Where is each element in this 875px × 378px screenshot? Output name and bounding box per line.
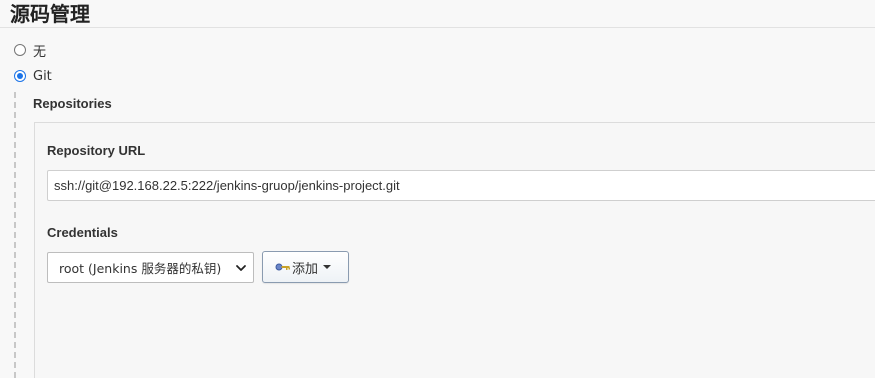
radio-none-label: 无	[33, 44, 47, 60]
key-icon	[275, 263, 290, 271]
scm-config-page: 源码管理 无 Git Repositories Repository URL C…	[0, 0, 875, 378]
repositories-heading: Repositories	[33, 96, 112, 111]
repository-url-label: Repository URL	[47, 143, 146, 158]
scm-option-git[interactable]: Git	[14, 67, 52, 85]
title-divider	[0, 27, 875, 28]
scm-option-none[interactable]: 无	[14, 41, 47, 60]
nesting-guide	[14, 92, 16, 378]
chevron-down-icon	[236, 264, 246, 271]
add-button-label: 添加	[292, 261, 319, 277]
repository-url-input[interactable]	[47, 170, 875, 201]
section-title: 源码管理	[10, 2, 90, 26]
radio-git-label: Git	[33, 68, 52, 84]
add-credentials-button[interactable]: 添加	[262, 251, 349, 283]
credentials-selected-value: root (Jenkins 服务器的私钥)	[59, 261, 222, 276]
radio-none[interactable]	[14, 44, 26, 56]
repository-panel	[34, 122, 875, 378]
credentials-label: Credentials	[47, 225, 118, 240]
credentials-select[interactable]: root (Jenkins 服务器的私钥)	[47, 252, 254, 283]
caret-down-icon	[323, 265, 332, 269]
radio-git[interactable]	[14, 70, 26, 82]
